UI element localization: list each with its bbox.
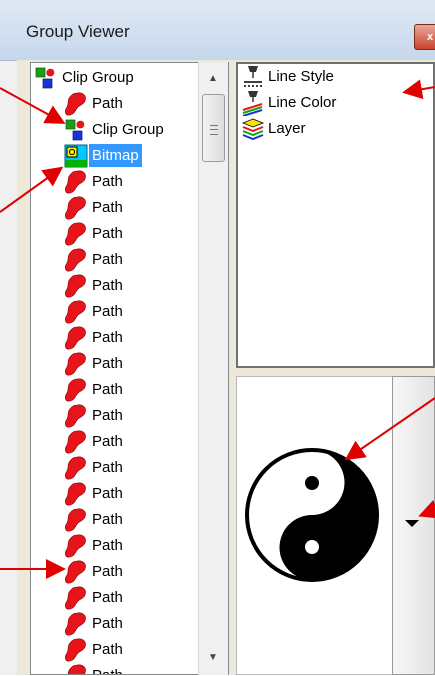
tree-item[interactable]: Path: [31, 273, 199, 299]
path-icon: [63, 403, 89, 429]
scroll-up-button[interactable]: ▲: [201, 68, 225, 90]
tree-item[interactable]: Path: [31, 585, 199, 611]
path-icon: [63, 221, 89, 247]
path-icon: [63, 507, 89, 533]
clip-group-icon: [33, 65, 59, 91]
grip-icon: [210, 125, 218, 135]
path-icon: [63, 533, 89, 559]
tree-item-label: Path: [92, 511, 123, 528]
tree-item[interactable]: Path: [31, 663, 199, 674]
tree-item[interactable]: Path: [31, 195, 199, 221]
tree-item-label: Path: [92, 459, 123, 476]
tree-item[interactable]: Path: [31, 299, 199, 325]
tree-item[interactable]: Path: [31, 481, 199, 507]
tree-item-label: Path: [92, 329, 123, 346]
path-icon: [63, 377, 89, 403]
tree-item-label: Path: [92, 537, 123, 554]
path-icon: [63, 273, 89, 299]
tree-item-label: Path: [92, 589, 123, 606]
path-icon: [63, 169, 89, 195]
tree-item[interactable]: Clip Group: [31, 65, 199, 91]
tree-item-label: Path: [92, 485, 123, 502]
line-color-icon: [240, 90, 266, 117]
tree-item[interactable]: Path: [31, 377, 199, 403]
attribute-list[interactable]: Line Style Line Color Layer: [236, 62, 435, 368]
path-icon: [63, 585, 89, 611]
yin-yang-icon: [245, 448, 379, 582]
tree-item[interactable]: Path: [31, 403, 199, 429]
tree-item[interactable]: Path: [31, 91, 199, 117]
tree-item[interactable]: Clip Group: [31, 117, 199, 143]
path-icon: [63, 195, 89, 221]
preview-pane: [236, 376, 396, 675]
tree-item-label: Path: [92, 641, 123, 658]
tree-item-label: Bitmap: [89, 144, 142, 167]
tree-item-label: Path: [89, 664, 126, 674]
tree-item-label: Clip Group: [92, 121, 164, 138]
tree-item[interactable]: Path: [31, 637, 199, 663]
scroll-thumb[interactable]: [202, 94, 225, 162]
path-icon: [63, 663, 89, 674]
tree-item-label: Path: [92, 381, 123, 398]
attribute-label: Line Style: [268, 68, 334, 85]
path-icon: [63, 429, 89, 455]
tree-item-label: Path: [92, 615, 123, 632]
preview-dropdown-button[interactable]: [392, 376, 435, 675]
line-style-icon: [240, 64, 266, 90]
tree-item-label: Path: [92, 433, 123, 450]
path-icon: [63, 611, 89, 637]
tree-item[interactable]: Path: [31, 429, 199, 455]
tree-item-label: Path: [92, 355, 123, 372]
path-icon: [63, 481, 89, 507]
path-icon: [63, 351, 89, 377]
tree-item-label: Path: [92, 303, 123, 320]
window-title: Group Viewer: [26, 22, 130, 41]
tree-item-label: Path: [92, 95, 123, 112]
bitmap-icon: [63, 143, 89, 169]
path-icon: [63, 299, 89, 325]
tree-item-label: Path: [92, 251, 123, 268]
tree-item[interactable]: Bitmap: [31, 143, 199, 169]
path-icon: [63, 559, 89, 585]
tree-item-label: Path: [92, 199, 123, 216]
tree-item[interactable]: Path: [31, 221, 199, 247]
chevron-down-icon: [405, 520, 419, 527]
tree-item[interactable]: Path: [31, 169, 199, 195]
close-button[interactable]: x: [414, 24, 435, 50]
path-icon: [63, 247, 89, 273]
tree-item[interactable]: Path: [31, 325, 199, 351]
tree-item[interactable]: Path: [31, 247, 199, 273]
tree-item-label: Path: [92, 277, 123, 294]
tree-item[interactable]: Path: [31, 507, 199, 533]
path-icon: [63, 455, 89, 481]
tree-item-label: Path: [92, 407, 123, 424]
tree-scrollbar[interactable]: ▲ ▼: [198, 62, 228, 675]
scroll-down-button[interactable]: ▼: [201, 647, 225, 669]
tree-item-label: Clip Group: [62, 69, 134, 86]
attribute-label: Layer: [268, 120, 306, 137]
tree-item[interactable]: Path: [31, 559, 199, 585]
tree-item[interactable]: Path: [31, 351, 199, 377]
path-icon: [63, 637, 89, 663]
path-icon: [63, 325, 89, 351]
tree-item[interactable]: Path: [31, 533, 199, 559]
group-viewer-window: Group Viewer x Clip Group Path Clip Group B…: [0, 0, 435, 675]
tree-item[interactable]: Path: [31, 455, 199, 481]
tree-item-label: Path: [92, 563, 123, 580]
tree-item-label: Path: [92, 225, 123, 242]
path-icon: [63, 91, 89, 117]
clip-group-icon: [63, 117, 89, 143]
title-bar: Group Viewer x: [0, 0, 435, 61]
tree-item[interactable]: Path: [31, 611, 199, 637]
attribute-label: Line Color: [268, 94, 337, 111]
layer-icon: [240, 116, 266, 142]
tree-item-label: Path: [92, 173, 123, 190]
